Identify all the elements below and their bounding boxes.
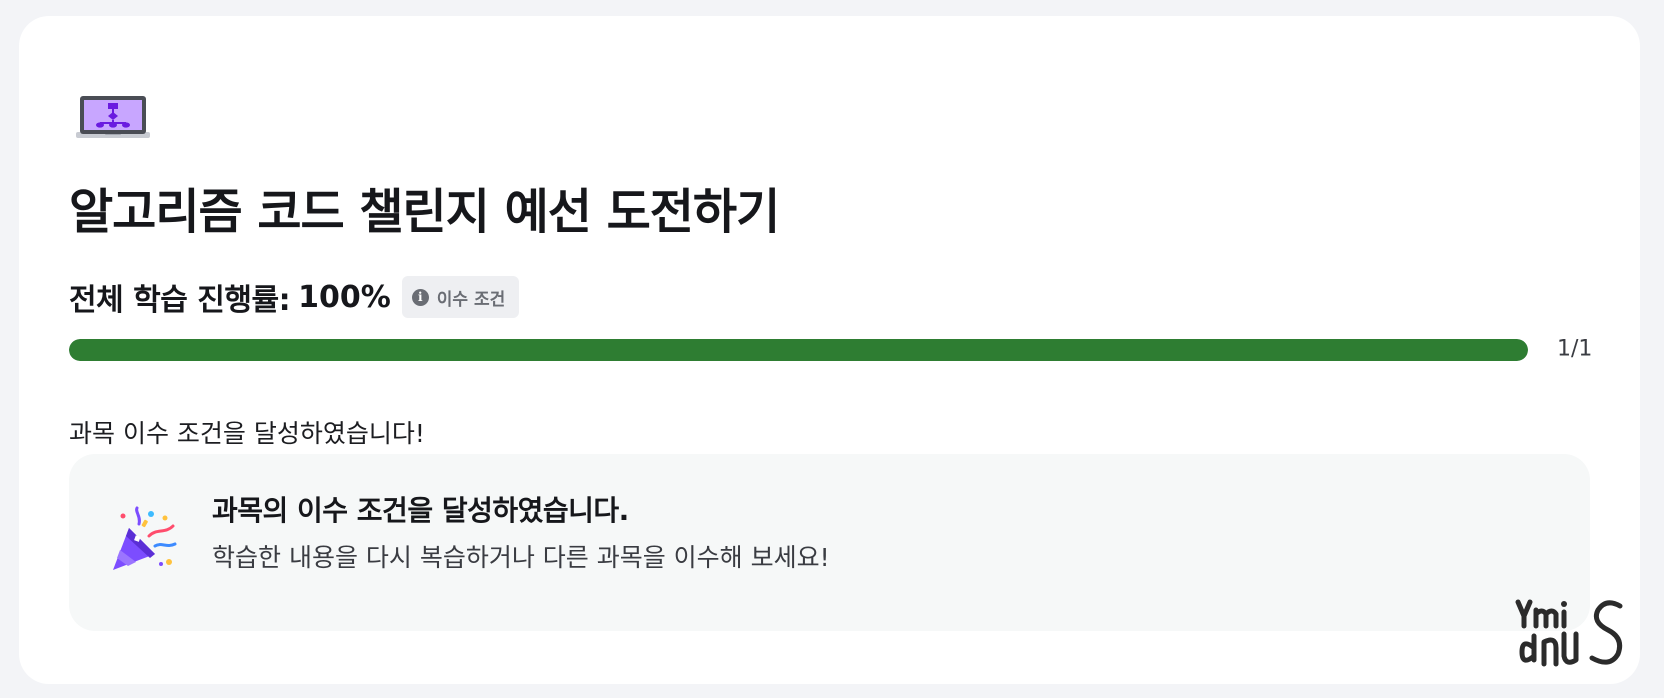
progress-count: 1/1 xyxy=(1557,336,1593,362)
course-progress-card: 알고리즘 코드 챌린지 예선 도전하기 전체 학습 진행률: 100% i 이수… xyxy=(19,16,1640,684)
laptop-flowchart-icon xyxy=(75,84,151,146)
course-title: 알고리즘 코드 챌린지 예선 도전하기 xyxy=(69,184,780,240)
progress-bar xyxy=(69,339,1528,361)
progress-bar-fill xyxy=(69,339,1528,361)
completion-status-message: 과목 이수 조건을 달성하였습니다! xyxy=(69,419,425,448)
party-popper-icon xyxy=(109,506,179,578)
info-icon: i xyxy=(411,288,429,306)
progress-label: 전체 학습 진행률: xyxy=(69,283,291,318)
progress-summary: 전체 학습 진행률: 100% i 이수 조건 xyxy=(69,275,520,319)
notice-subtitle: 학습한 내용을 다시 복습하거나 다른 과목을 이수해 보세요! xyxy=(212,543,830,572)
watermark-logo xyxy=(1514,596,1634,670)
progress-value: 100% xyxy=(298,279,391,315)
completion-condition-label: 이수 조건 xyxy=(436,289,506,310)
notice-title: 과목의 이수 조건을 달성하였습니다. xyxy=(212,494,629,527)
completion-notice: 과목의 이수 조건을 달성하였습니다. 학습한 내용을 다시 복습하거나 다른 … xyxy=(69,454,1590,631)
completion-condition-button[interactable]: i 이수 조건 xyxy=(401,276,520,318)
